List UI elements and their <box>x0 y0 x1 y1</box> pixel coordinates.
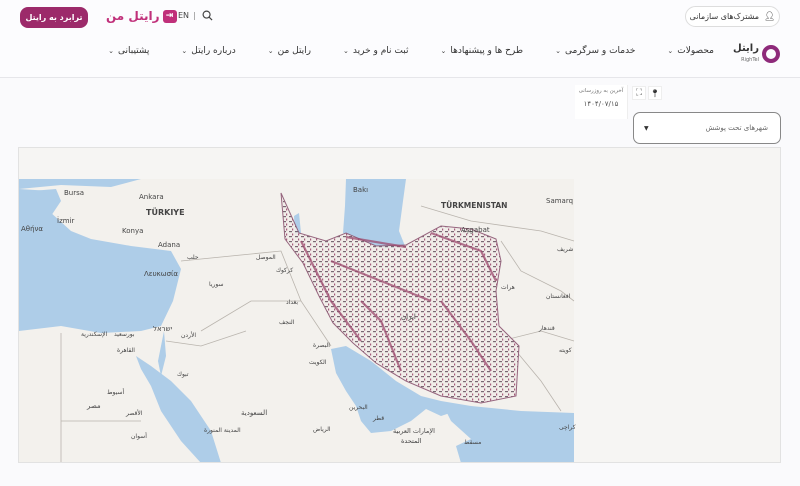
label-mosul: الموصل <box>256 254 276 261</box>
nav-about[interactable]: درباره رایتل ⌄ <box>165 46 251 56</box>
label-muscat: مسقط <box>464 439 481 446</box>
brand-name-fa: رایتل <box>733 43 759 54</box>
label-sharif: شریف <box>557 246 573 253</box>
label-halab: حلب <box>187 254 199 261</box>
label-basra: البصرة <box>313 342 330 349</box>
brand-name-en: RighTel <box>741 57 759 63</box>
fullscreen-button[interactable]: ⛶ <box>632 86 646 100</box>
label-uae-1: الإمارات العربية <box>393 427 435 435</box>
label-kuwait: الكويت <box>309 359 327 366</box>
map-pin-icon: 📍︎ <box>649 88 661 98</box>
fullscreen-icon: ⛶ <box>635 88 643 98</box>
chevron-down-icon: ⌄ <box>440 47 447 55</box>
nav-services[interactable]: خدمات و سرگرمی ⌄ <box>539 46 651 56</box>
map-canvas[interactable]: Bursa Ankara TÜRKIYE İzmir Αθήνα Konya A… <box>19 148 781 463</box>
label-jordan: الأردن <box>181 331 196 339</box>
label-ankara: Ankara <box>139 193 164 201</box>
label-luxor: الأقصر <box>125 409 143 417</box>
rightel-logo[interactable]: رایتل RighTel <box>733 42 780 68</box>
last-update-value: ۱۴۰۴/۰۷/۱۵ <box>583 100 619 108</box>
nav-label: طرح ها و پیشنهادها <box>450 46 524 56</box>
label-najaf: النجف <box>279 319 295 326</box>
transfer-to-rightel-button[interactable]: ترابرد به رایتل <box>20 7 88 28</box>
label-konya: Konya <box>122 227 143 235</box>
nav-label: خدمات و سرگرمی <box>564 46 636 56</box>
nav-register-buy[interactable]: ثبت نام و خرید ⌄ <box>327 46 424 56</box>
main-nav: محصولات ⌄ خدمات و سرگرمی ⌄ طرح ها و پیشنها… <box>92 46 730 56</box>
chevron-down-icon: ⌄ <box>267 47 274 55</box>
nav-products[interactable]: محصولات ⌄ <box>651 46 730 56</box>
label-misr: مصر <box>86 402 101 410</box>
last-update-box: آخرین به روزرسانی ۱۴۰۴/۰۷/۱۵ <box>575 85 628 119</box>
nav-plans[interactable]: طرح ها و پیشنهادها ⌄ <box>424 46 539 56</box>
label-uae-2: المتحدة <box>401 437 422 445</box>
nav-label: ثبت نام و خرید <box>352 46 409 56</box>
label-suriya: سوريا <box>209 281 224 288</box>
label-asyut: أسيوط <box>107 388 124 396</box>
my-rightel-label: رایتل من <box>106 9 160 23</box>
label-cairo: القاهرة <box>117 347 135 354</box>
label-herat: هرات <box>501 284 515 291</box>
label-quetta: کویته <box>559 347 572 354</box>
search-icon[interactable] <box>202 10 213 21</box>
label-saudi: السعودية <box>241 409 267 417</box>
label-turkmenistan: TÜRKMENISTAN <box>441 201 507 210</box>
label-lefkosia: Λευκωσία <box>144 270 178 278</box>
label-karachi: کراچی <box>559 424 576 431</box>
coverage-map[interactable]: Bursa Ankara TÜRKIYE İzmir Αθήνα Konya A… <box>18 147 781 463</box>
label-tabuk: تبوك <box>177 371 189 378</box>
nav-label: رایتل من <box>277 46 312 56</box>
nav-label: پشتیبانی <box>117 46 150 56</box>
nav-my-rightel[interactable]: رایتل من ⌄ <box>252 46 327 56</box>
nav-label: درباره رایتل <box>191 46 236 56</box>
chevron-down-icon: ⌄ <box>181 47 188 55</box>
coverage-city-select-value: شهرهای تحت پوشش <box>705 124 768 132</box>
coverage-city-select[interactable]: ▼ شهرهای تحت پوشش <box>633 112 781 144</box>
chevron-down-icon: ⌄ <box>667 47 674 55</box>
label-baghdad: بغداد <box>286 299 298 306</box>
lang-separator: | <box>193 11 196 20</box>
rightel-ring-icon <box>762 45 780 63</box>
label-samarq: Samarq <box>546 197 573 205</box>
caret-down-icon: ▼ <box>644 124 649 132</box>
label-izmir: İzmir <box>57 216 75 225</box>
label-israel: ישראל <box>153 325 173 333</box>
label-bahrain: البحرين <box>349 404 368 411</box>
nav-support[interactable]: پشتیبانی ⌄ <box>92 46 165 56</box>
label-qatar: قطر <box>372 415 384 422</box>
last-update-label: آخرین به روزرسانی <box>578 88 624 94</box>
login-arrow-icon: ⇥ <box>162 9 177 23</box>
label-baki: Bakı <box>353 186 368 194</box>
label-adana: Adana <box>158 241 180 249</box>
label-athina: Αθήνα <box>21 225 43 233</box>
label-portsaid: بورسعيد <box>114 331 135 338</box>
label-riyadh: الرياض <box>313 426 331 433</box>
site-header: ترابرد به رایتل ⇥ رایتل من EN | 👤︎ مشترک… <box>0 0 800 78</box>
nav-label: محصولات <box>677 46 714 56</box>
label-madina: المدينة المنورة <box>204 427 241 434</box>
label-kirkuk: كركوك <box>276 267 293 274</box>
label-alexandria: الإسكندرية <box>81 331 108 338</box>
label-turkiye: TÜRKIYE <box>146 207 185 217</box>
label-kandahar: قندهار <box>538 325 555 332</box>
label-afghanistan: افغانستان <box>546 293 571 300</box>
location-button[interactable]: 📍︎ <box>648 86 662 100</box>
chevron-down-icon: ⌄ <box>108 47 114 55</box>
language-switch[interactable]: EN <box>178 11 189 20</box>
chevron-down-icon: ⌄ <box>555 47 561 55</box>
label-iran: ایران <box>401 313 416 321</box>
enterprise-customers-button[interactable]: 👤︎ مشترک‌های سازمانی <box>685 6 780 27</box>
enterprise-customers-label: مشترک‌های سازمانی <box>689 12 760 21</box>
label-aswan: أسوان <box>131 432 147 440</box>
my-rightel-link[interactable]: ⇥ رایتل من <box>106 9 177 23</box>
user-icon: 👤︎ <box>764 11 776 22</box>
label-bursa: Bursa <box>64 189 84 197</box>
chevron-down-icon: ⌄ <box>343 47 349 55</box>
label-ashgabat: Aşgabat <box>461 226 490 234</box>
